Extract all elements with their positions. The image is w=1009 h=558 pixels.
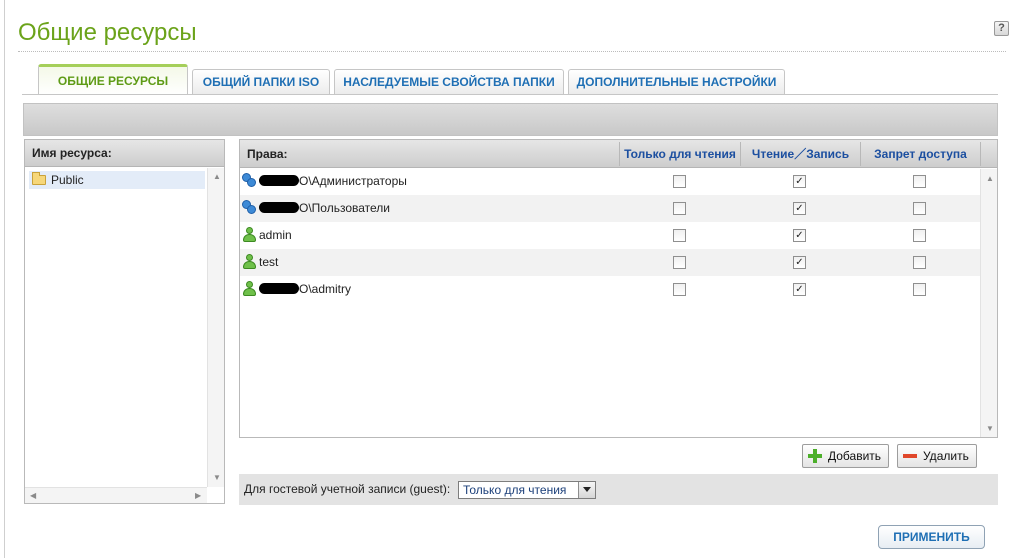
- table-row[interactable]: O\admitry ✓: [240, 276, 980, 303]
- plus-icon: [808, 449, 822, 463]
- read-write-checkbox[interactable]: ✓: [793, 175, 806, 188]
- toolbar: [23, 103, 998, 136]
- resource-item-label: Public: [51, 173, 84, 187]
- tab-inherited-properties[interactable]: НАСЛЕДУЕМЫЕ СВОЙСТВА ПАПКИ: [334, 69, 564, 94]
- scroll-left-arrow-icon[interactable]: ◀: [30, 492, 36, 500]
- permissions-vertical-scrollbar[interactable]: ▲ ▼: [980, 169, 997, 437]
- tab-advanced-settings[interactable]: ДОПОЛНИТЕЛЬНЫЕ НАСТРОЙКИ: [568, 69, 785, 94]
- read-write-checkbox[interactable]: ✓: [793, 283, 806, 296]
- user-group-icon: [242, 173, 258, 188]
- table-row[interactable]: O\Администраторы ✓: [240, 168, 980, 195]
- scroll-down-arrow-icon[interactable]: ▼: [213, 474, 221, 482]
- deny-checkbox[interactable]: [913, 175, 926, 188]
- scroll-up-arrow-icon[interactable]: ▲: [213, 173, 221, 181]
- page-title: Общие ресурсы: [18, 19, 197, 46]
- permissions-grid: Права: Только для чтения Чтение／Запись З…: [239, 139, 998, 438]
- page-edge: [4, 0, 5, 558]
- column-separator: [980, 142, 981, 166]
- table-row[interactable]: admin ✓: [240, 222, 980, 249]
- user-icon: [243, 254, 256, 270]
- guest-access-label: Для гостевой учетной записи (guest):: [244, 482, 451, 496]
- deny-checkbox[interactable]: [913, 229, 926, 242]
- redacted-mark: [259, 202, 299, 213]
- resource-list-vertical-scrollbar[interactable]: ▲ ▼: [207, 168, 224, 487]
- redacted-mark: [259, 283, 299, 294]
- scroll-down-arrow-icon[interactable]: ▼: [986, 425, 994, 433]
- row-label: O\Пользователи: [259, 195, 390, 221]
- deny-checkbox[interactable]: [913, 202, 926, 215]
- help-icon[interactable]: ?: [994, 21, 1009, 36]
- read-only-checkbox[interactable]: [673, 175, 686, 188]
- table-row[interactable]: test ✓: [240, 249, 980, 276]
- row-label: test: [259, 255, 279, 269]
- column-header-read-write[interactable]: Чтение／Запись: [741, 140, 860, 168]
- scroll-right-arrow-icon[interactable]: ▶: [195, 492, 201, 500]
- read-only-checkbox[interactable]: [673, 256, 686, 269]
- column-header-read-only[interactable]: Только для чтения: [620, 140, 740, 168]
- guest-access-bar: Для гостевой учетной записи (guest): Тол…: [239, 474, 998, 505]
- read-only-checkbox[interactable]: [673, 202, 686, 215]
- permissions-grid-header: Права: Только для чтения Чтение／Запись З…: [240, 140, 997, 168]
- apply-button[interactable]: ПРИМЕНИТЬ: [878, 525, 985, 549]
- minus-icon: [903, 454, 917, 458]
- resource-list-header: Имя ресурса:: [25, 140, 224, 167]
- row-label: O\admitry: [259, 276, 351, 302]
- deny-checkbox[interactable]: [913, 283, 926, 296]
- read-write-checkbox[interactable]: ✓: [793, 229, 806, 242]
- row-label: admin: [259, 228, 292, 242]
- read-write-checkbox[interactable]: ✓: [793, 202, 806, 215]
- row-label: O\Администраторы: [259, 168, 407, 194]
- guest-access-select[interactable]: Только для чтения: [458, 481, 596, 499]
- scroll-up-arrow-icon[interactable]: ▲: [986, 175, 994, 183]
- delete-button[interactable]: Удалить: [897, 444, 977, 468]
- deny-checkbox[interactable]: [913, 256, 926, 269]
- resource-list-panel: Имя ресурса: Public ▲ ▼ ◀ ▶: [24, 139, 225, 504]
- tab-shared-resources[interactable]: ОБЩИЕ РЕСУРСЫ: [38, 64, 188, 95]
- user-icon: [243, 281, 256, 297]
- folder-icon: [32, 172, 46, 185]
- title-divider: [18, 51, 1006, 52]
- permissions-column-header: Права:: [247, 147, 288, 161]
- resource-list-horizontal-scrollbar[interactable]: ◀ ▶: [25, 487, 207, 503]
- column-header-deny[interactable]: Запрет доступа: [861, 140, 980, 168]
- resource-item-public[interactable]: Public: [29, 171, 205, 189]
- read-only-checkbox[interactable]: [673, 229, 686, 242]
- read-write-checkbox[interactable]: ✓: [793, 256, 806, 269]
- user-icon: [243, 227, 256, 243]
- chevron-down-icon[interactable]: [578, 482, 595, 498]
- tab-iso-folders[interactable]: ОБЩИЙ ПАПКИ ISO: [192, 69, 330, 94]
- read-only-checkbox[interactable]: [673, 283, 686, 296]
- redacted-mark: [259, 175, 299, 186]
- user-group-icon: [242, 200, 258, 215]
- table-row[interactable]: O\Пользователи ✓: [240, 195, 980, 222]
- add-button[interactable]: Добавить: [802, 444, 889, 468]
- tabs-divider: [22, 94, 998, 95]
